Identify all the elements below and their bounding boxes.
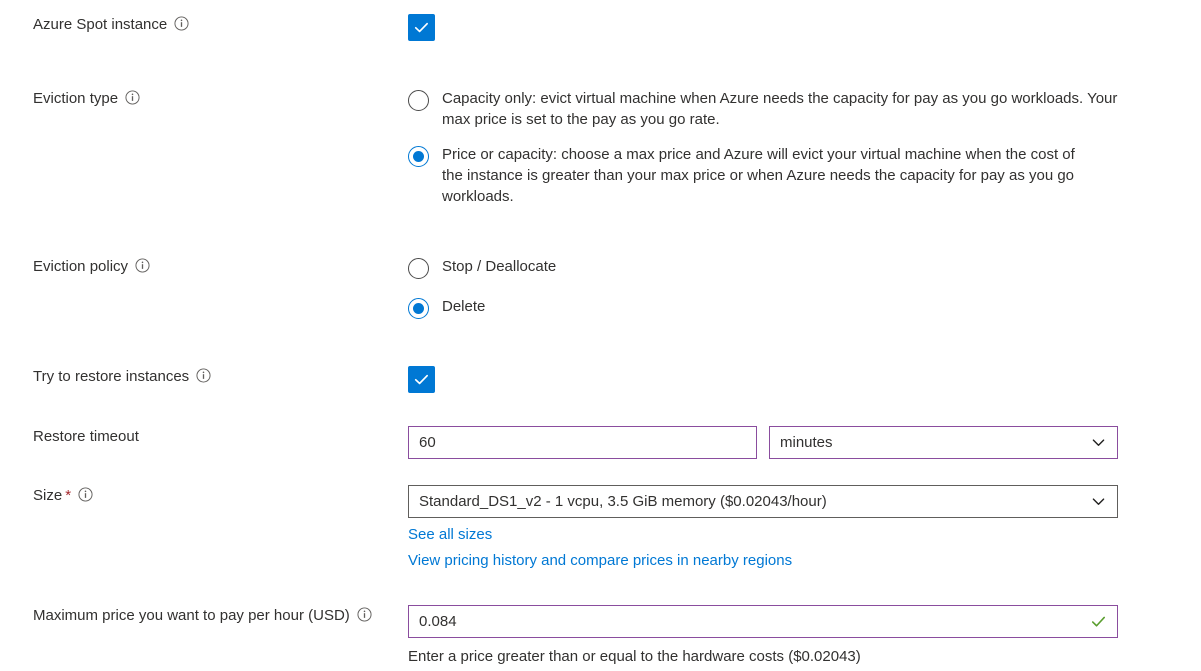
radio-label: Stop / Deallocate [442,256,556,277]
label-text: Restore timeout [33,428,139,445]
checkmark-icon [1090,613,1107,630]
radio-eviction-type-price-or-capacity[interactable]: Price or capacity: choose a max price an… [408,144,1201,207]
radio-label: Price or capacity: choose a max price an… [442,144,1082,207]
select-restore-timeout-unit[interactable]: minutes [769,426,1118,459]
checkbox-azure-spot-instance[interactable] [408,14,435,41]
radio-eviction-type-capacity-only[interactable]: Capacity only: evict virtual machine whe… [408,88,1201,130]
info-icon[interactable] [196,368,211,383]
radio-eviction-policy-delete[interactable]: Delete [408,296,1201,319]
restore-timeout-fields: 60 minutes [408,426,1201,459]
chevron-down-icon [1090,434,1107,451]
label-eviction-policy: Eviction policy [33,256,408,277]
checkmark-icon [413,19,430,36]
control-restore-timeout: 60 minutes [408,426,1201,459]
radio-label: Delete [442,296,485,317]
control-azure-spot-instance [408,14,1201,41]
row-maximum-price: Maximum price you want to pay per hour (… [0,605,1201,670]
label-text: Try to restore instances [33,368,189,385]
link-see-all-sizes[interactable]: See all sizes [408,522,492,548]
radio-mark [408,146,429,167]
control-size: Standard_DS1_v2 - 1 vcpu, 3.5 GiB memory… [408,485,1201,574]
info-icon[interactable] [357,607,372,622]
helper-text-maximum-price: Enter a price greater than or equal to t… [408,644,1201,670]
radio-group-eviction-type: Capacity only: evict virtual machine whe… [408,88,1201,207]
label-text: Azure Spot instance [33,16,167,33]
radio-mark [408,90,429,111]
radio-label: Capacity only: evict virtual machine whe… [442,88,1145,130]
label-text-line1: Maximum price you want to pay per hour [33,607,304,624]
label-azure-spot-instance: Azure Spot instance [33,14,408,35]
chevron-down-icon [1090,493,1107,510]
row-size: Size* Standard_DS1_v2 - 1 vcpu, 3.5 GiB … [0,485,1201,574]
radio-eviction-policy-stop-deallocate[interactable]: Stop / Deallocate [408,256,1201,279]
link-view-pricing-history[interactable]: View pricing history and compare prices … [408,548,792,574]
info-icon[interactable] [135,258,150,273]
row-restore-timeout: Restore timeout 60 minutes [0,426,1201,459]
select-value: minutes [780,434,1082,451]
label-text: Size [33,487,62,504]
label-text: Eviction policy [33,258,128,275]
input-value: 0.084 [419,613,1082,630]
input-value: 60 [419,434,746,451]
radio-mark [408,258,429,279]
radio-mark [408,298,429,319]
row-azure-spot-instance: Azure Spot instance [0,14,1201,41]
checkbox-try-to-restore-instances[interactable] [408,366,435,393]
select-value: Standard_DS1_v2 - 1 vcpu, 3.5 GiB memory… [419,493,1082,510]
label-try-to-restore-instances: Try to restore instances [33,366,408,387]
select-size[interactable]: Standard_DS1_v2 - 1 vcpu, 3.5 GiB memory… [408,485,1118,518]
input-maximum-price[interactable]: 0.084 [408,605,1118,638]
row-try-to-restore-instances: Try to restore instances [0,366,1201,393]
azure-spot-instance-form: Azure Spot instance Eviction type Capaci… [0,0,1201,670]
input-restore-timeout[interactable]: 60 [408,426,757,459]
label-text: Eviction type [33,90,118,107]
row-eviction-policy: Eviction policy Stop / Deallocate Delete [0,256,1201,319]
label-restore-timeout: Restore timeout [33,426,408,447]
label-text-line2: (USD) [308,607,350,624]
label-maximum-price: Maximum price you want to pay per hour (… [33,605,408,626]
control-maximum-price: 0.084 Enter a price greater than or equa… [408,605,1201,670]
row-eviction-type: Eviction type Capacity only: evict virtu… [0,88,1201,207]
info-icon[interactable] [78,487,93,502]
label-size: Size* [33,485,408,506]
required-marker: * [65,487,71,504]
info-icon[interactable] [125,90,140,105]
label-eviction-type: Eviction type [33,88,408,109]
control-eviction-type: Capacity only: evict virtual machine whe… [408,88,1201,207]
radio-group-eviction-policy: Stop / Deallocate Delete [408,256,1201,319]
control-try-to-restore-instances [408,366,1201,393]
control-eviction-policy: Stop / Deallocate Delete [408,256,1201,319]
checkmark-icon [413,371,430,388]
info-icon[interactable] [174,16,189,31]
